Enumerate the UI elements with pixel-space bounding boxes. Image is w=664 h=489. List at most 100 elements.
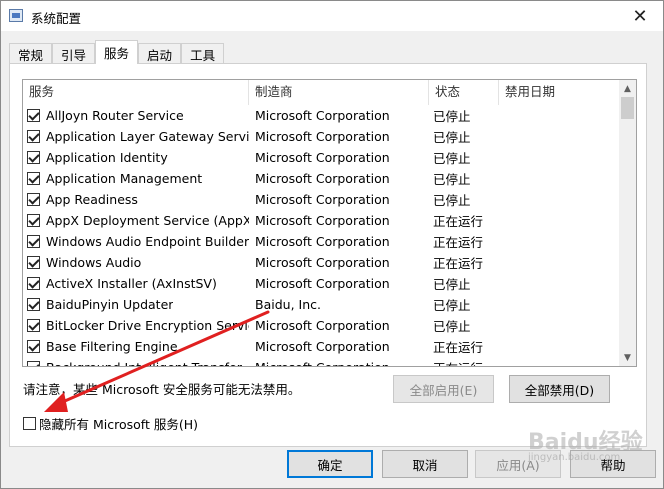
column-header-service[interactable]: 服务 [23, 80, 249, 105]
service-name-cell: Windows Audio [23, 255, 249, 270]
service-checkbox[interactable] [27, 151, 40, 164]
scroll-down-icon[interactable]: ▼ [619, 349, 636, 366]
column-header-status[interactable]: 状态 [429, 80, 499, 105]
table-row[interactable]: AllJoyn Router Service Microsoft Corporat… [23, 105, 619, 126]
service-checkbox[interactable] [27, 256, 40, 269]
table-row[interactable]: BaiduPinyin Updater Baidu, Inc. 已停止 [23, 294, 619, 315]
system-config-icon [9, 9, 23, 22]
table-row[interactable]: Base Filtering Engine Microsoft Corporati… [23, 336, 619, 357]
service-checkbox[interactable] [27, 319, 40, 332]
service-checkbox[interactable] [27, 298, 40, 311]
service-name: Base Filtering Engine [46, 339, 178, 354]
service-checkbox[interactable] [27, 172, 40, 185]
table-row[interactable]: Windows Audio Endpoint Builder Microsoft … [23, 231, 619, 252]
table-row[interactable]: Application Management Microsoft Corporat… [23, 168, 619, 189]
service-name: Windows Audio [46, 255, 142, 270]
service-checkbox[interactable] [27, 214, 40, 227]
service-name-cell: Application Management [23, 171, 249, 186]
service-checkbox[interactable] [27, 340, 40, 353]
status-cell: 已停止 [433, 298, 471, 313]
title-bar: 系统配置 ✕ [1, 1, 663, 31]
status-cell: 已停止 [433, 151, 471, 166]
service-name-cell: App Readiness [23, 192, 249, 207]
service-name: ActiveX Installer (AxInstSV) [46, 276, 217, 291]
service-checkbox[interactable] [27, 130, 40, 143]
hide-ms-services-checkbox[interactable]: 隐藏所有 Microsoft 服务(H) [23, 414, 198, 433]
service-name: AllJoyn Router Service [46, 108, 184, 123]
service-checkbox[interactable] [27, 235, 40, 248]
table-row[interactable]: Application Identity Microsoft Corporatio… [23, 147, 619, 168]
service-checkbox[interactable] [27, 361, 40, 366]
manufacturer-cell: Microsoft Corporation [255, 108, 390, 123]
service-name: Background Intelligent Transfer... [46, 360, 249, 366]
service-checkbox[interactable] [27, 277, 40, 290]
service-name-cell: Base Filtering Engine [23, 339, 249, 354]
table-row[interactable]: App Readiness Microsoft Corporation 已停止 [23, 189, 619, 210]
manufacturer-cell: Baidu, Inc. [255, 297, 321, 312]
services-list[interactable]: 服务 制造商 状态 禁用日期 AllJoyn Router Service Mic… [22, 79, 637, 367]
window-title: 系统配置 [31, 11, 82, 26]
service-name-cell: AllJoyn Router Service [23, 108, 249, 123]
service-name-cell: BaiduPinyin Updater [23, 297, 249, 312]
manufacturer-cell: Microsoft Corporation [249, 360, 429, 366]
tab-startup[interactable]: 启动 [138, 43, 182, 64]
tab-services[interactable]: 服务 [95, 40, 139, 64]
service-name: BaiduPinyin Updater [46, 297, 174, 312]
service-name-cell: ActiveX Installer (AxInstSV) [23, 276, 249, 291]
service-name-cell: Application Layer Gateway Service [23, 129, 249, 144]
vertical-scrollbar[interactable]: ▲ ▼ [619, 80, 636, 366]
manufacturer-cell: Microsoft Corporation [255, 171, 390, 186]
status-cell: 已停止 [433, 193, 471, 208]
column-header-manufacturer[interactable]: 制造商 [249, 80, 429, 105]
service-name-cell: Background Intelligent Transfer... [23, 360, 249, 366]
list-header: 服务 制造商 状态 禁用日期 [23, 80, 619, 105]
tab-boot[interactable]: 引导 [52, 43, 96, 64]
service-name-cell: Application Identity [23, 150, 249, 165]
service-name: Application Management [46, 171, 203, 186]
table-row[interactable]: Application Layer Gateway Service Microso… [23, 126, 619, 147]
close-button[interactable]: ✕ [617, 1, 663, 31]
service-name: Application Identity [46, 150, 168, 165]
table-row[interactable]: AppX Deployment Service (AppX... Microsof… [23, 210, 619, 231]
status-cell: 已停止 [433, 319, 471, 334]
status-cell: 正在运行 [433, 214, 484, 229]
service-name: BitLocker Drive Encryption Service [46, 318, 249, 333]
service-name-cell: AppX Deployment Service (AppX... [23, 213, 249, 228]
service-name-cell: Windows Audio Endpoint Builder [23, 234, 249, 249]
status-cell: 正在运行 [433, 235, 484, 250]
manufacturer-cell: Microsoft Corporation [255, 255, 390, 270]
checkbox-icon[interactable] [23, 417, 36, 430]
manufacturer-cell: Microsoft Corporation [255, 276, 390, 291]
table-row[interactable]: Background Intelligent Transfer...Micros… [23, 357, 619, 366]
list-rows: AllJoyn Router Service Microsoft Corporat… [23, 105, 619, 366]
service-name: AppX Deployment Service (AppX... [46, 213, 249, 228]
disable-all-button[interactable]: 全部禁用(D) [509, 375, 610, 403]
manufacturer-cell: Microsoft Corporation [255, 318, 390, 333]
scroll-thumb[interactable] [621, 97, 634, 119]
table-row[interactable]: Windows Audio Microsoft Corporation 正在运行 [23, 252, 619, 273]
manufacturer-cell: Microsoft Corporation [255, 129, 390, 144]
cancel-button[interactable]: 取消 [382, 450, 468, 478]
service-name: App Readiness [46, 192, 138, 207]
manufacturer-cell: Microsoft Corporation [255, 213, 390, 228]
service-checkbox[interactable] [27, 193, 40, 206]
table-row[interactable]: BitLocker Drive Encryption Service Micros… [23, 315, 619, 336]
status-cell: 正在运行 [429, 358, 499, 366]
tab-bar: 常规 引导 服务 启动 工具 [9, 40, 225, 64]
enable-all-button[interactable]: 全部启用(E) [393, 375, 494, 403]
manufacturer-cell: Microsoft Corporation [255, 150, 390, 165]
scroll-up-icon[interactable]: ▲ [619, 80, 636, 97]
service-checkbox[interactable] [27, 109, 40, 122]
column-header-disabled-date[interactable]: 禁用日期 [499, 80, 619, 105]
status-cell: 已停止 [433, 172, 471, 187]
table-row[interactable]: ActiveX Installer (AxInstSV) Microsoft Co… [23, 273, 619, 294]
status-cell: 已停止 [433, 109, 471, 124]
system-config-window: 系统配置 ✕ 常规 引导 服务 启动 工具 服务 制造商 状态 禁用日期 All… [0, 0, 664, 489]
tab-general[interactable]: 常规 [9, 43, 53, 64]
ok-button[interactable]: 确定 [287, 450, 373, 478]
status-cell: 正在运行 [433, 256, 484, 271]
status-cell: 已停止 [433, 277, 471, 292]
tab-tools[interactable]: 工具 [181, 43, 225, 64]
hide-ms-services-label: 隐藏所有 Microsoft 服务(H) [39, 417, 198, 432]
security-note: 请注意，某些 Microsoft 安全服务可能无法禁用。 [23, 382, 301, 397]
